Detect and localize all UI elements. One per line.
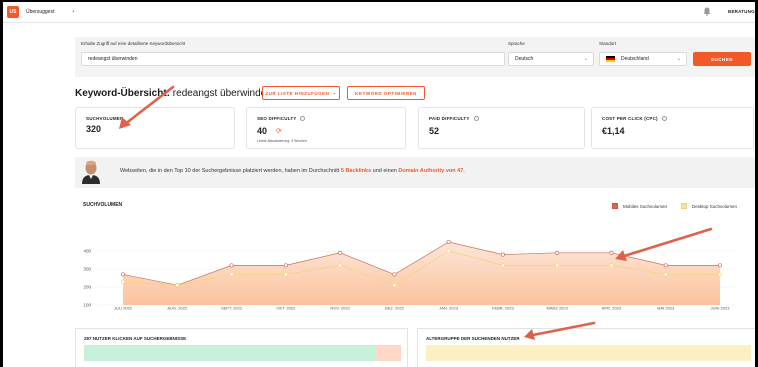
arrow-annotation: [531, 321, 596, 337]
arrow-head: [119, 117, 131, 129]
arrow-head: [524, 329, 535, 340]
annotation-arrows: [119, 85, 713, 340]
arrow-annotation: [123, 85, 175, 126]
app-window: US Übersuggest › BERATUNG Erhalte Zugrif…: [3, 2, 755, 367]
arrow-annotation: [622, 227, 713, 258]
